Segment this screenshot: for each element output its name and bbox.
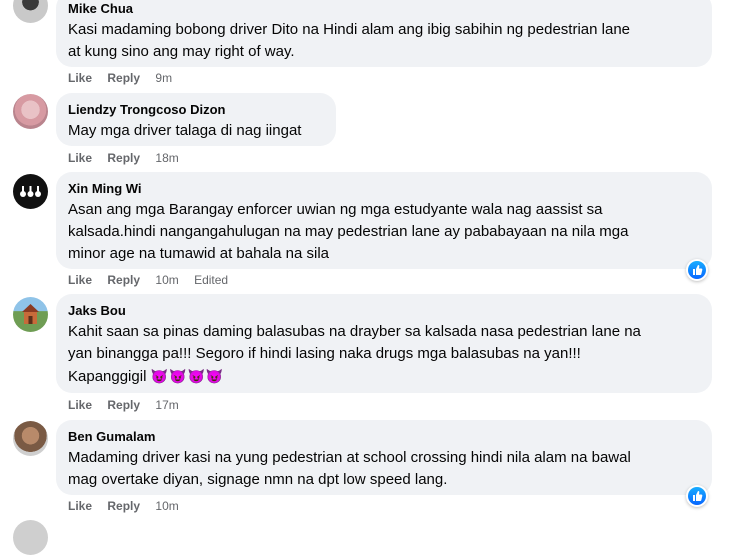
comment-bubble: Jaks Bou Kahit saan sa pinas daming bala…	[56, 294, 712, 393]
reply-button[interactable]: Reply	[107, 151, 140, 165]
comment-text: Madaming driver kasi na yung pedestrian …	[68, 449, 631, 488]
reply-button[interactable]: Reply	[107, 398, 140, 412]
comment-actions: Like Reply 18m	[68, 150, 191, 166]
avatar-image	[20, 186, 41, 197]
comment-bubble: Mike Chua Kasi madaming bobong driver Di…	[56, 0, 712, 67]
avatar[interactable]	[13, 0, 48, 23]
like-reaction-icon[interactable]	[686, 485, 708, 507]
comment-actions: Like Reply 17m	[68, 397, 191, 413]
comment-bubble: Liendzy Trongcoso Dizon May mga driver t…	[56, 93, 336, 146]
comment-timestamp[interactable]: 17m	[155, 398, 178, 412]
comment-timestamp[interactable]: 10m	[155, 499, 178, 513]
reply-button[interactable]: Reply	[107, 273, 140, 287]
like-reaction-icon[interactable]	[686, 259, 708, 281]
like-button[interactable]: Like	[68, 273, 92, 287]
like-button[interactable]: Like	[68, 151, 92, 165]
avatar[interactable]	[13, 520, 48, 555]
avatar[interactable]	[13, 421, 48, 456]
comment-timestamp[interactable]: 10m	[155, 273, 178, 287]
avatar[interactable]	[13, 297, 48, 332]
comment-actions: Like Reply 10m	[68, 498, 191, 514]
comment-bubble: Xin Ming Wi Asan ang mga Barangay enforc…	[56, 172, 712, 269]
comment-actions: Like Reply 10m Edited	[68, 272, 228, 288]
avatar[interactable]	[13, 174, 48, 209]
devil-emoji: 😈😈😈😈	[150, 368, 225, 384]
comment-timestamp[interactable]: 18m	[155, 151, 178, 165]
reply-button[interactable]: Reply	[107, 71, 140, 85]
avatar-image	[22, 304, 39, 324]
like-button[interactable]: Like	[68, 398, 92, 412]
comment-author[interactable]: Mike Chua	[68, 0, 700, 17]
like-button[interactable]: Like	[68, 71, 92, 85]
comment-actions: Like Reply 9m	[68, 70, 184, 86]
avatar[interactable]	[13, 94, 48, 129]
comment-author[interactable]: Xin Ming Wi	[68, 180, 700, 197]
like-button[interactable]: Like	[68, 499, 92, 513]
comment-text: Kahit saan sa pinas daming balasubas na …	[68, 323, 641, 385]
comment-text: Asan ang mga Barangay enforcer uwian ng …	[68, 201, 629, 262]
comment-author[interactable]: Jaks Bou	[68, 302, 700, 319]
comment-timestamp[interactable]: 9m	[155, 71, 172, 85]
comment-author[interactable]: Ben Gumalam	[68, 428, 700, 445]
reply-button[interactable]: Reply	[107, 499, 140, 513]
comment-author[interactable]: Liendzy Trongcoso Dizon	[68, 101, 324, 118]
edited-label: Edited	[194, 273, 229, 287]
comment-text: May mga driver talaga di nag iingat	[68, 122, 302, 139]
comment-text: Kasi madaming bobong driver Dito na Hind…	[68, 21, 631, 60]
comment-bubble: Ben Gumalam Madaming driver kasi na yung…	[56, 420, 712, 495]
